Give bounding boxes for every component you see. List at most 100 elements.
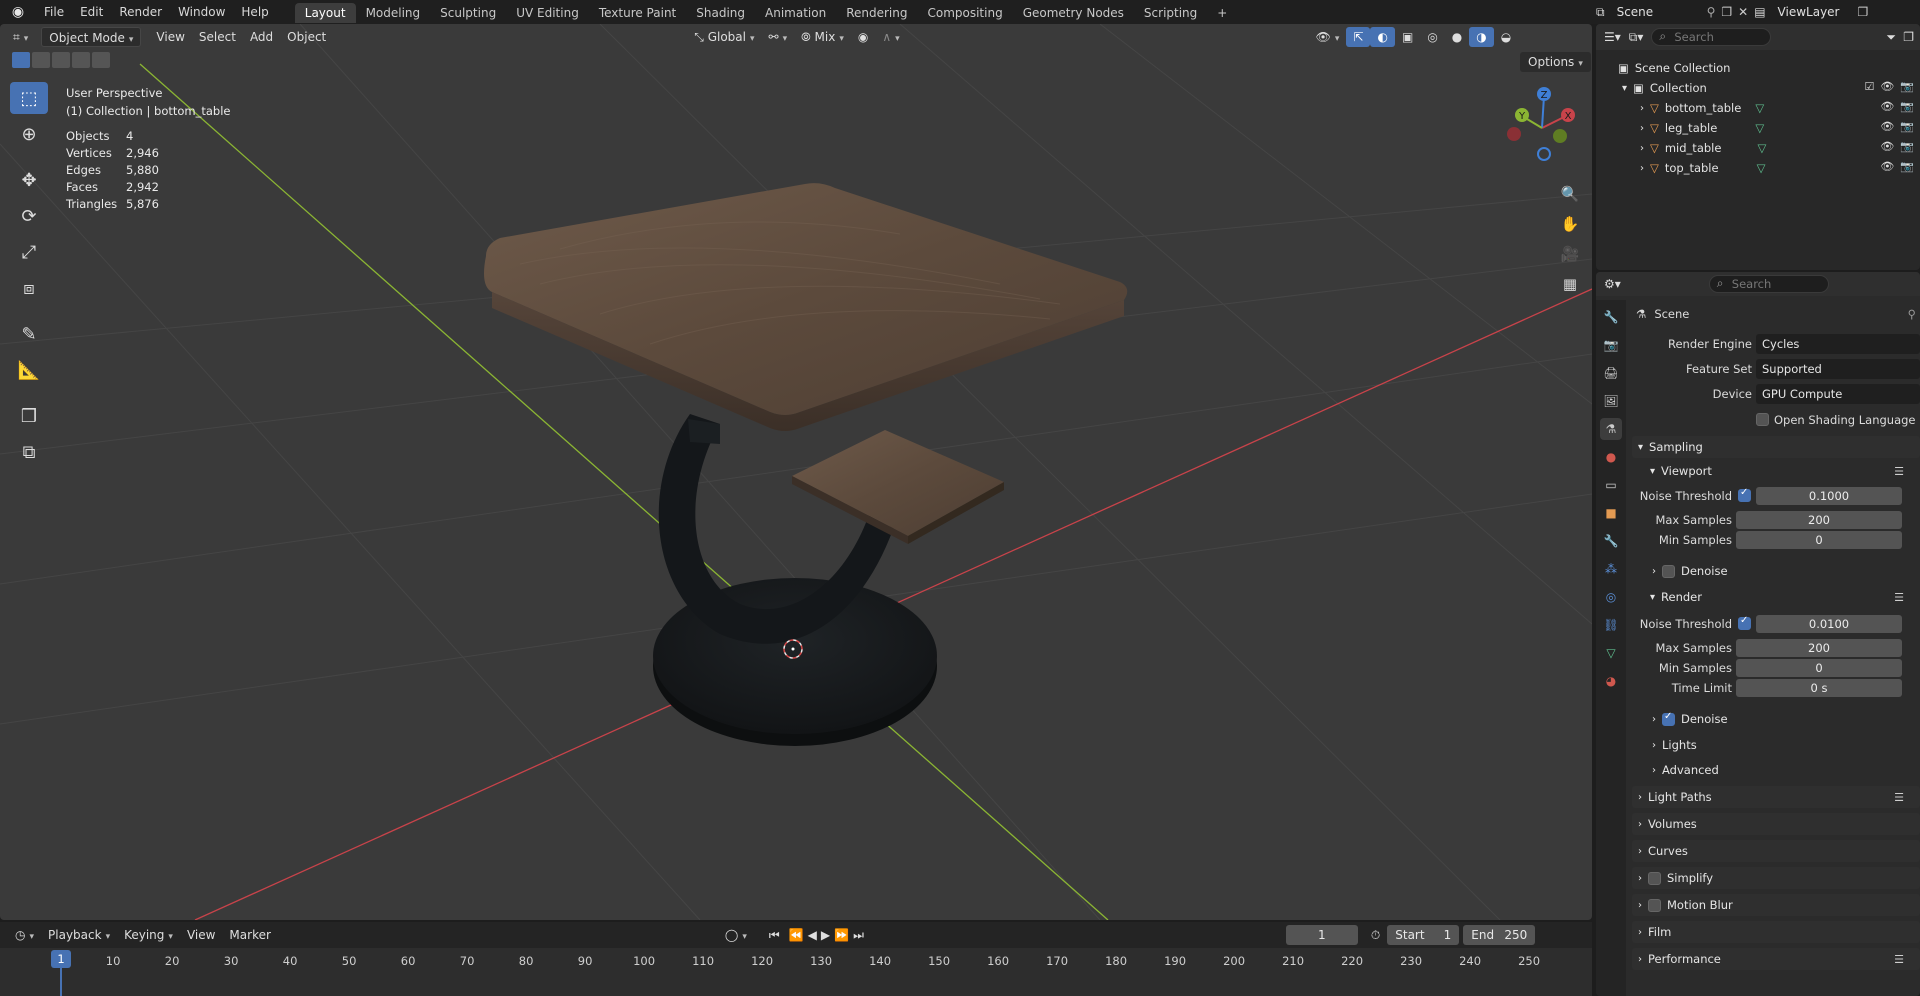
viewlayer-icon[interactable]: ▤ [1754,5,1765,19]
mode-selector[interactable]: Object Mode ▾ [41,27,142,47]
add-cube-tool-icon[interactable]: ❒ [10,400,48,432]
outliner-row-object[interactable]: › ▽ bottom_table ▽ 👁 📷 [1596,98,1920,118]
outliner-row-object[interactable]: › ▽ mid_table ▽ 👁 📷 [1596,138,1920,158]
select-intersect-icon[interactable] [92,52,110,68]
presets-list-icon[interactable]: ☰ [1894,465,1904,478]
properties-search-input[interactable]: Search [1708,275,1829,293]
r-noise-threshold-field[interactable]: 0.0100 [1756,615,1902,633]
properties-editor-type-icon[interactable]: ⚙▾ [1604,277,1621,291]
outliner-row-collection[interactable]: ▾ ▣ Collection ☑ 👁 📷 [1596,78,1920,98]
outliner-editor-type-icon[interactable]: ☰▾ [1604,30,1621,44]
tab-physics-icon[interactable]: ◎ [1600,586,1622,608]
measure-tool-icon[interactable]: 📐 [10,354,48,386]
volumes-panel-header[interactable]: › Volumes [1632,813,1920,835]
move-tool-icon[interactable]: ✥ [10,164,48,196]
tab-world-icon[interactable]: ● [1600,446,1622,468]
light-paths-panel-header[interactable]: › Light Paths ☰ [1632,786,1920,808]
tab-tool-icon[interactable]: 🔧 [1600,306,1622,328]
pan-hand-icon[interactable]: ✋ [1556,210,1584,238]
viewlayer-name-field[interactable]: ViewLayer [1772,3,1852,21]
expand-chevron-icon[interactable]: › [1640,143,1644,154]
visibility-eye-icon[interactable]: 👁 [1880,80,1894,93]
exclude-checkbox-icon[interactable]: ☑ [1864,80,1874,93]
playhead-frame-indicator[interactable]: 1 [51,950,71,968]
tab-modeling[interactable]: Modeling [356,3,431,23]
timeline-ruler[interactable]: 10 20 30 40 50 60 70 80 90 100 110 120 130 140 150 160 1… [0,948,1592,996]
tab-collection-icon[interactable]: ▭ [1600,474,1622,496]
tab-compositing[interactable]: Compositing [917,3,1012,23]
outliner-row-scene-collection[interactable]: ▣ Scene Collection [1596,58,1920,78]
stopwatch-icon[interactable]: ⏱ [1364,925,1387,945]
presets-list-icon[interactable]: ☰ [1894,953,1904,966]
outliner-row-object[interactable]: › ▽ top_table ▽ 👁 📷 [1596,158,1920,178]
select-subtract-icon[interactable] [52,52,70,68]
vp-noise-threshold-checkbox[interactable] [1738,487,1751,502]
snap-dropdown[interactable]: ⦾ Mix ▾ [794,27,851,47]
add-workspace-plus-icon[interactable]: + [1207,3,1237,23]
r-denoise-subpanel-header[interactable]: › Denoise [1632,708,1920,730]
visibility-eye-icon[interactable]: 👁 [1880,140,1894,153]
menu-playback[interactable]: Playback ▾ [41,925,117,945]
jump-start-icon[interactable]: ⏮ [762,925,787,945]
vp-denoise-subpanel-header[interactable]: › Denoise [1632,560,1920,582]
gizmo-toggle-icon[interactable]: ⇱ [1346,27,1371,47]
zoom-icon[interactable]: 🔍 [1556,180,1584,208]
add-primitive-tool-icon[interactable]: ⧉ [10,436,48,468]
visibility-eye-icon[interactable]: 👁 [1880,120,1894,133]
tab-uv-editing[interactable]: UV Editing [506,3,589,23]
tab-shading[interactable]: Shading [686,3,755,23]
tab-scene-icon[interactable]: ⚗ [1600,418,1622,440]
expand-chevron-icon[interactable]: › [1640,103,1644,114]
vp-denoise-checkbox[interactable] [1662,564,1675,578]
r-noise-threshold-checkbox[interactable] [1738,615,1751,630]
menu-marker[interactable]: Marker [222,925,277,945]
visibility-eye-icon[interactable]: 👁 [1880,100,1894,113]
new-viewlayer-icon[interactable]: ❐ [1858,5,1869,19]
scene-icon[interactable]: ⧉ [1596,5,1605,20]
tab-output-icon[interactable]: 🖨 [1600,362,1622,384]
menu-help[interactable]: Help [233,0,276,24]
tab-animation[interactable]: Animation [755,3,836,23]
r-min-samples-field[interactable]: 0 [1736,659,1902,677]
menu-keying[interactable]: Keying ▾ [117,925,180,945]
tab-material-icon[interactable]: ◕ [1600,670,1622,692]
outliner-search-input[interactable]: Search [1651,28,1772,46]
annotate-tool-icon[interactable]: ✎ [10,318,48,350]
render-camera-icon[interactable]: 📷 [1900,100,1914,113]
select-extend-icon[interactable] [32,52,50,68]
scene-name-field[interactable]: Scene [1611,3,1701,21]
tab-view-layer-icon[interactable]: 🖼 [1600,390,1622,412]
expand-chevron-icon[interactable]: ▾ [1622,83,1627,94]
tab-layout[interactable]: Layout [294,3,356,23]
render-camera-icon[interactable]: 📷 [1900,80,1914,93]
menu-object[interactable]: Object [280,27,333,47]
jump-end-icon[interactable]: ⏭ [851,925,866,945]
new-scene-icon[interactable]: ❐ [1721,5,1732,19]
display-mode-icon[interactable]: ⧉▾ [1629,30,1644,45]
scale-tool-icon[interactable]: ⤢ [10,236,48,268]
vp-noise-threshold-field[interactable]: 0.1000 [1756,487,1902,505]
vp-min-samples-field[interactable]: 0 [1736,531,1902,549]
new-collection-icon[interactable]: ❐ [1903,30,1914,44]
camera-view-icon[interactable]: 🎥 [1556,240,1584,268]
simplify-checkbox[interactable] [1648,871,1661,885]
auto-keying-icon[interactable]: ◯ ▾ [718,925,754,945]
options-dropdown[interactable]: Options ▾ [1520,52,1591,72]
overlays-toggle-icon[interactable]: ◐ [1370,27,1395,47]
start-frame-field[interactable]: Start 1 [1387,925,1460,945]
tab-object-icon[interactable]: ■ [1600,502,1622,524]
3d-viewport[interactable]: ⌗ ▾ Object Mode ▾ View Select Add Object ⤡… [0,24,1592,920]
blender-logo-icon[interactable]: ◉ [0,0,36,24]
tab-modifiers-icon[interactable]: 🔧 [1600,530,1622,552]
render-camera-icon[interactable]: 📷 [1900,160,1914,173]
viewport-subpanel-header[interactable]: ▾ Viewport ☰ [1632,460,1920,482]
menu-select[interactable]: Select [192,27,243,47]
transform-orientation-dropdown[interactable]: ⤡ Global ▾ [687,27,761,47]
menu-add[interactable]: Add [243,27,280,47]
expand-chevron-icon[interactable]: › [1640,123,1644,134]
menu-file[interactable]: File [36,0,72,24]
editor-type-icon[interactable]: ⌗ ▾ [6,27,35,47]
proportional-edit-icon[interactable]: ◉ [851,27,875,47]
tab-texture-paint[interactable]: Texture Paint [589,3,686,23]
pin-icon[interactable]: ⚲ [1707,5,1716,19]
